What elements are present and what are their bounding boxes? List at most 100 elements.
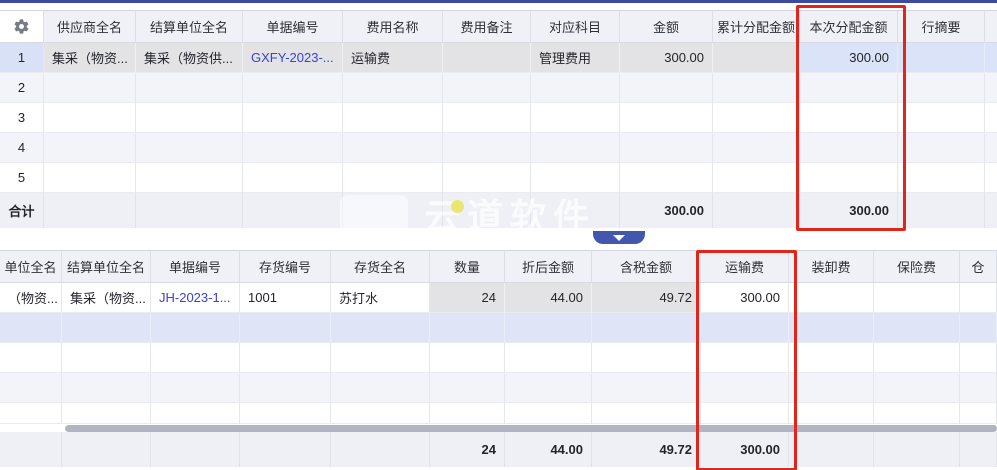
table-cell[interactable]: 集采（物资供... <box>136 43 243 73</box>
table-cell[interactable] <box>789 313 874 343</box>
table-cell[interactable]: 苏打水 <box>331 283 430 313</box>
table-cell[interactable] <box>443 43 531 73</box>
table-cell[interactable] <box>62 403 151 424</box>
table-cell[interactable] <box>243 73 343 103</box>
table-cell[interactable] <box>331 403 430 424</box>
table-cell[interactable] <box>0 313 62 343</box>
table-cell[interactable] <box>136 133 243 163</box>
table-cell[interactable] <box>443 163 531 193</box>
table-cell[interactable]: （物资... <box>0 283 62 313</box>
header-cell[interactable] <box>985 10 997 43</box>
table-cell[interactable] <box>430 343 505 373</box>
table-cell[interactable] <box>800 103 898 133</box>
table-cell[interactable] <box>44 103 136 133</box>
table-cell[interactable] <box>800 163 898 193</box>
table-cell[interactable] <box>343 103 443 133</box>
table-cell[interactable] <box>789 403 874 424</box>
table-cell[interactable]: 24 <box>430 283 505 313</box>
table-cell[interactable]: 集采（物资... <box>62 283 151 313</box>
header-cell[interactable]: 金额 <box>620 10 713 43</box>
table-cell[interactable] <box>151 373 240 403</box>
table-cell[interactable] <box>136 163 243 193</box>
table-cell[interactable] <box>44 133 136 163</box>
table-cell[interactable] <box>874 373 960 403</box>
table-cell[interactable] <box>151 403 240 424</box>
header-cell[interactable]: 单据编号 <box>243 10 343 43</box>
document-link-cell[interactable]: JH-2023-1... <box>151 283 240 313</box>
row-number-cell[interactable]: 1 <box>0 43 44 73</box>
table-cell[interactable] <box>243 133 343 163</box>
header-cell[interactable]: 单位全名 <box>0 250 62 283</box>
table-cell[interactable] <box>343 133 443 163</box>
table-cell[interactable] <box>960 283 997 313</box>
header-cell[interactable]: 数量 <box>430 250 505 283</box>
table-cell[interactable]: 集采（物资... <box>44 43 136 73</box>
header-cell[interactable]: 费用名称 <box>343 10 443 43</box>
table-cell[interactable]: 1001 <box>240 283 331 313</box>
table-cell[interactable] <box>898 103 985 133</box>
table-cell[interactable] <box>44 163 136 193</box>
table-cell[interactable] <box>985 103 997 133</box>
horizontal-scrollbar-thumb[interactable] <box>65 425 997 432</box>
table-cell[interactable] <box>136 103 243 133</box>
table-cell[interactable] <box>713 43 800 73</box>
table-cell[interactable] <box>789 343 874 373</box>
table-settings-cell[interactable] <box>0 10 44 43</box>
table-cell[interactable] <box>701 313 789 343</box>
table-cell[interactable] <box>62 313 151 343</box>
table-cell[interactable] <box>430 373 505 403</box>
table-cell[interactable] <box>898 43 985 73</box>
table-cell[interactable]: 300.00 <box>800 43 898 73</box>
table-cell[interactable] <box>0 403 62 424</box>
table-cell[interactable]: 管理费用 <box>531 43 620 73</box>
table-cell[interactable] <box>531 163 620 193</box>
table-cell[interactable] <box>240 313 331 343</box>
table-cell[interactable] <box>505 343 592 373</box>
table-cell[interactable] <box>592 403 701 424</box>
table-cell[interactable] <box>620 163 713 193</box>
table-cell[interactable] <box>713 103 800 133</box>
settings-gear-icon[interactable] <box>13 18 30 35</box>
table-cell[interactable] <box>331 343 430 373</box>
table-cell[interactable] <box>443 103 531 133</box>
header-cell[interactable]: 存货全名 <box>331 250 430 283</box>
header-cell[interactable]: 折后金额 <box>505 250 592 283</box>
table-cell[interactable] <box>531 133 620 163</box>
header-cell[interactable]: 仓 <box>960 250 997 283</box>
table-cell[interactable] <box>0 343 62 373</box>
table-cell[interactable] <box>243 163 343 193</box>
table-cell[interactable] <box>62 343 151 373</box>
header-cell[interactable]: 对应科目 <box>531 10 620 43</box>
row-number-cell[interactable]: 5 <box>0 163 44 193</box>
header-cell[interactable]: 累计分配金额 <box>713 10 800 43</box>
header-cell[interactable]: 本次分配金额 <box>800 10 898 43</box>
row-number-cell[interactable]: 2 <box>0 73 44 103</box>
table-cell[interactable] <box>243 103 343 133</box>
table-cell[interactable] <box>331 313 430 343</box>
table-cell[interactable] <box>592 343 701 373</box>
table-cell[interactable] <box>62 373 151 403</box>
table-cell[interactable] <box>151 313 240 343</box>
table-cell[interactable] <box>898 73 985 103</box>
table-cell[interactable] <box>898 133 985 163</box>
table-cell[interactable] <box>620 133 713 163</box>
table-cell[interactable] <box>136 73 243 103</box>
table-cell[interactable] <box>44 73 136 103</box>
table-cell[interactable] <box>985 163 997 193</box>
table-cell[interactable] <box>874 343 960 373</box>
table-cell[interactable] <box>874 403 960 424</box>
document-link-cell[interactable]: GXFY-2023-... <box>243 43 343 73</box>
table-cell[interactable] <box>0 373 62 403</box>
table-cell[interactable] <box>331 373 430 403</box>
table-cell[interactable] <box>985 73 997 103</box>
table-cell[interactable] <box>701 343 789 373</box>
table-cell[interactable]: 44.00 <box>505 283 592 313</box>
table-cell[interactable] <box>343 73 443 103</box>
table-cell[interactable] <box>505 403 592 424</box>
table-cell[interactable] <box>800 73 898 103</box>
table-cell[interactable] <box>620 73 713 103</box>
header-cell[interactable]: 含税金额 <box>592 250 701 283</box>
table-cell[interactable] <box>592 373 701 403</box>
row-number-cell[interactable]: 4 <box>0 133 44 163</box>
table-cell[interactable] <box>505 373 592 403</box>
